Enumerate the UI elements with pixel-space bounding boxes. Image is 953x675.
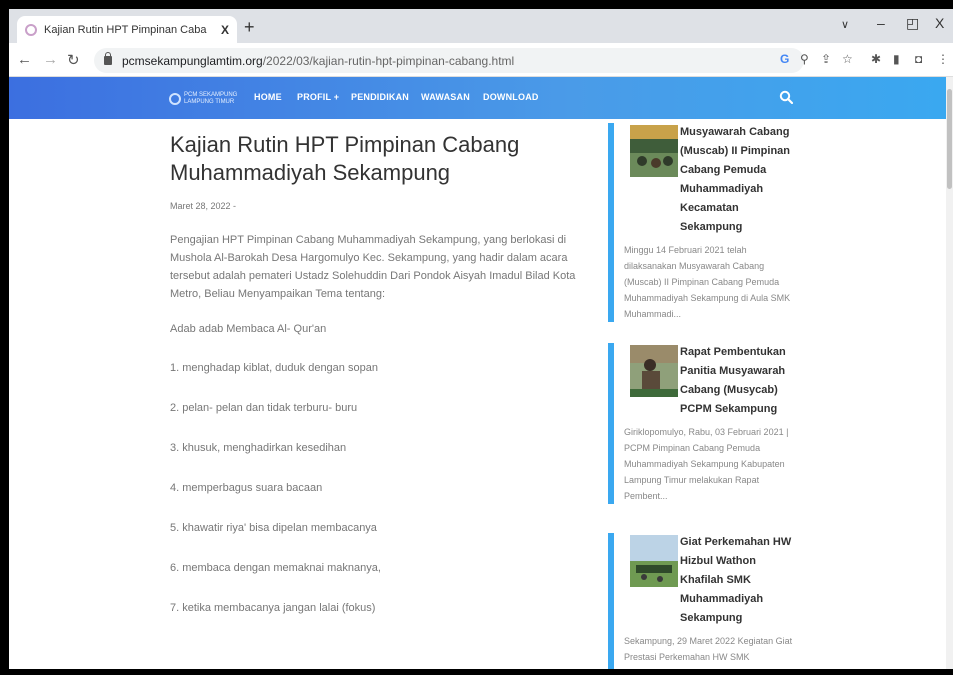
page-scrollbar[interactable] — [946, 77, 953, 669]
post-number: 1 — [615, 127, 624, 144]
back-arrow-icon[interactable]: ← — [17, 51, 32, 68]
post-excerpt: Giriklopomulyo, Rabu, 03 Februari 2021 |… — [624, 427, 789, 501]
address-bar-row: ← → ↻ pcmsekampunglamtim.org/2022/03/kaj… — [9, 43, 953, 77]
url-text[interactable]: pcmsekampunglamtim.org/2022/03/kajian-ru… — [122, 54, 514, 68]
favicon-icon — [25, 23, 37, 36]
article-line: 3. khusuk, menghadirkan kesedihan — [170, 442, 347, 454]
scrollbar-thumb[interactable] — [947, 89, 952, 189]
article-intro: Pengajian HPT Pimpinan Cabang Muhammadiy… — [170, 234, 576, 300]
post-number: 2 — [615, 347, 624, 364]
article-line: 5. khawatir riya' bisa dipelan membacany… — [170, 522, 377, 534]
close-window-button[interactable]: X — [935, 15, 944, 31]
tab-search-chevron-icon[interactable]: ∨ — [841, 18, 849, 31]
article-title: Kajian Rutin HPT Pimpinan Cabang Muhamma… — [170, 132, 520, 185]
google-translate-icon[interactable]: G — [780, 52, 789, 66]
forward-arrow-icon[interactable]: → — [43, 51, 58, 68]
sidepanel-icon[interactable]: ▮ — [893, 52, 900, 66]
article: Kajian Rutin HPT Pimpinan Cabang Muhamma… — [170, 131, 600, 633]
article-date[interactable]: Maret 28, 2022 - — [170, 201, 600, 211]
post-excerpt: Sekampung, 29 Maret 2022 Kegiatan Giat P… — [624, 636, 793, 669]
post-excerpt: Minggu 14 Februari 2021 telah dilaksanak… — [624, 245, 791, 319]
article-line: 7. ketika membacanya jangan lalai (fokus… — [170, 602, 376, 614]
popular-post[interactable]: 3 Giat Perkemahan HW Hizbul Wathon Khafi… — [608, 533, 798, 669]
logo-line1: PCM SEKAMPUNG — [184, 92, 238, 98]
post-number: 3 — [615, 537, 624, 554]
profile-icon[interactable]: ◘ — [915, 52, 922, 66]
new-tab-button[interactable]: + — [244, 17, 255, 38]
nav-download[interactable]: DOWNLOAD — [483, 92, 539, 102]
tab-title: Kajian Rutin HPT Pimpinan Caba — [44, 23, 207, 36]
post-thumbnail-image[interactable] — [630, 535, 678, 587]
bookmark-star-icon[interactable]: ☆ — [842, 52, 853, 66]
logo-emblem-icon — [169, 93, 181, 105]
article-line: 6. membaca dengan memaknai maknanya, — [170, 562, 381, 574]
post-thumbnail-image[interactable] — [630, 125, 678, 177]
reload-icon[interactable]: ↻ — [67, 51, 80, 69]
article-line: 2. pelan- pelan dan tidak terburu- buru — [170, 402, 358, 414]
popular-post[interactable]: 1 Musyawarah Cabang (Muscab) II Pimpinan… — [608, 123, 798, 322]
site-logo[interactable]: PCM SEKAMPUNG LAMPUNG TIMUR — [169, 92, 237, 106]
restore-button[interactable]: ◰ — [906, 15, 919, 32]
nav-wawasan[interactable]: WAWASAN — [421, 92, 470, 102]
popular-post[interactable]: 2 Rapat Pembentukan Panitia Musyawarah C… — [608, 343, 798, 504]
tab-close-icon[interactable]: X — [221, 23, 229, 37]
extensions-icon[interactable]: ✱ — [871, 52, 881, 66]
article-line: 4. memperbagus suara bacaan — [170, 482, 323, 494]
menu-kebab-icon[interactable]: ⋮ — [937, 52, 949, 66]
nav-home[interactable]: HOME — [254, 92, 282, 102]
nav-pendidikan[interactable]: PENDIDIKAN — [351, 92, 409, 102]
site-navbar: PCM SEKAMPUNG LAMPUNG TIMUR HOME PROFIL … — [9, 77, 946, 119]
zoom-icon[interactable]: ⚲ — [800, 52, 809, 66]
browser-window: Kajian Rutin HPT Pimpinan Caba X + ∨ – ◰… — [9, 9, 953, 669]
tab-strip: Kajian Rutin HPT Pimpinan Caba X + ∨ – ◰… — [9, 9, 953, 43]
logo-line2: LAMPUNG TIMUR — [184, 99, 235, 105]
share-icon[interactable]: ⇪ — [821, 52, 831, 66]
nav-profil[interactable]: PROFIL + — [297, 92, 339, 102]
search-icon[interactable] — [779, 90, 793, 104]
omnibox[interactable]: pcmsekampunglamtim.org/2022/03/kajian-ru… — [94, 48, 804, 73]
lock-icon[interactable] — [104, 52, 112, 65]
article-line: Adab adab Membaca Al- Qur'an — [170, 323, 327, 335]
minimize-button[interactable]: – — [877, 15, 885, 31]
post-thumbnail-image[interactable] — [630, 345, 678, 397]
article-line: 1. menghadap kiblat, duduk dengan sopan — [170, 362, 378, 374]
browser-tab[interactable]: Kajian Rutin HPT Pimpinan Caba X — [17, 16, 237, 43]
